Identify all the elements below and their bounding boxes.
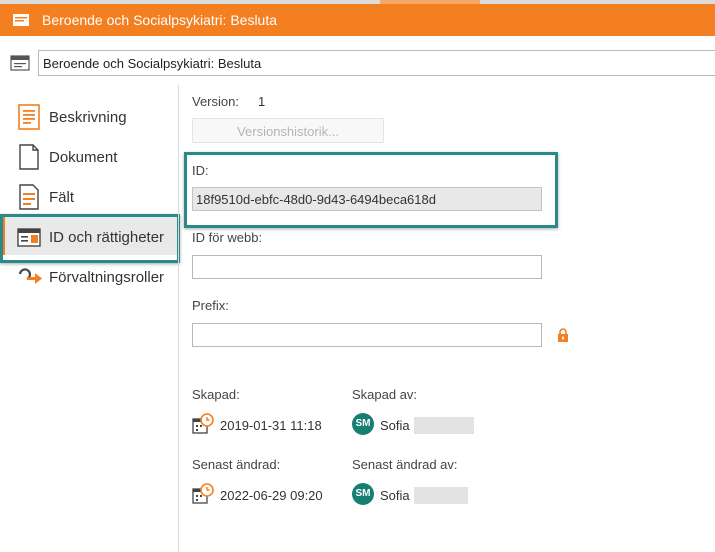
sidebar-item-falt[interactable]: Fält bbox=[0, 175, 178, 215]
role-arrow-icon bbox=[18, 268, 42, 284]
sidebar-item-beskrivning[interactable]: Beskrivning bbox=[0, 95, 178, 135]
calendar-clock-icon bbox=[192, 483, 214, 504]
document-icon bbox=[19, 144, 39, 170]
modified-by-name: Sofia bbox=[380, 488, 410, 503]
version-history-button[interactable]: Versionshistorik... bbox=[192, 118, 384, 143]
fields-icon bbox=[19, 184, 39, 210]
sidebar-item-forvaltningsroller[interactable]: Förvaltningsroller bbox=[0, 255, 178, 295]
name-row: Beroende och Socialpsykiatri: Besluta bbox=[0, 48, 715, 78]
title-bar: Beroende och Socialpsykiatri: Besluta bbox=[0, 4, 715, 36]
web-id-label: ID för webb: bbox=[192, 230, 263, 245]
document-icon bbox=[13, 14, 29, 26]
calendar-clock-icon bbox=[192, 413, 214, 434]
modified-date: 2022-06-29 09:20 bbox=[220, 488, 323, 503]
document-icon bbox=[10, 55, 30, 71]
created-label: Skapad: bbox=[192, 387, 240, 402]
active-indicator bbox=[0, 215, 5, 255]
avatar: SM bbox=[352, 413, 374, 435]
sidebar-item-id-och-rattigheter[interactable]: ID och rättigheter bbox=[0, 215, 178, 255]
modified-by-label: Senast ändrad av: bbox=[352, 457, 458, 472]
prefix-input[interactable] bbox=[192, 323, 542, 347]
sidebar-item-label: Beskrivning bbox=[49, 109, 127, 126]
version-value: 1 bbox=[258, 94, 266, 109]
prefix-label: Prefix: bbox=[192, 298, 229, 313]
sidebar-divider bbox=[178, 85, 179, 552]
redacted-surname bbox=[414, 487, 468, 504]
sidebar-item-label: Fält bbox=[49, 189, 75, 206]
sidebar-item-dokument[interactable]: Dokument bbox=[0, 135, 178, 175]
sidebar-item-label: Förvaltningsroller bbox=[49, 269, 165, 286]
created-date: 2019-01-31 11:18 bbox=[220, 418, 322, 433]
id-field[interactable]: 18f9510d-ebfc-48d0-9d43-6494beca618d bbox=[192, 187, 542, 211]
id-label: ID: bbox=[192, 163, 209, 178]
modified-label: Senast ändrad: bbox=[192, 457, 281, 472]
lock-icon[interactable] bbox=[556, 328, 570, 342]
created-by-name: Sofia bbox=[380, 418, 410, 433]
created-by-label: Skapad av: bbox=[352, 387, 418, 402]
version-label: Version: bbox=[192, 94, 239, 109]
sidebar-item-label: Dokument bbox=[49, 149, 118, 166]
web-id-input[interactable] bbox=[192, 255, 542, 279]
sidebar: Beskrivning Dokument Fält ID och rättigh… bbox=[0, 95, 178, 552]
sidebar-item-label: ID och rättigheter bbox=[49, 229, 165, 246]
description-icon bbox=[18, 104, 40, 130]
redacted-surname bbox=[414, 417, 474, 434]
name-input[interactable]: Beroende och Socialpsykiatri: Besluta bbox=[38, 50, 715, 76]
id-card-icon bbox=[17, 228, 41, 247]
window-title: Beroende och Socialpsykiatri: Besluta bbox=[42, 12, 278, 28]
avatar: SM bbox=[352, 483, 374, 505]
